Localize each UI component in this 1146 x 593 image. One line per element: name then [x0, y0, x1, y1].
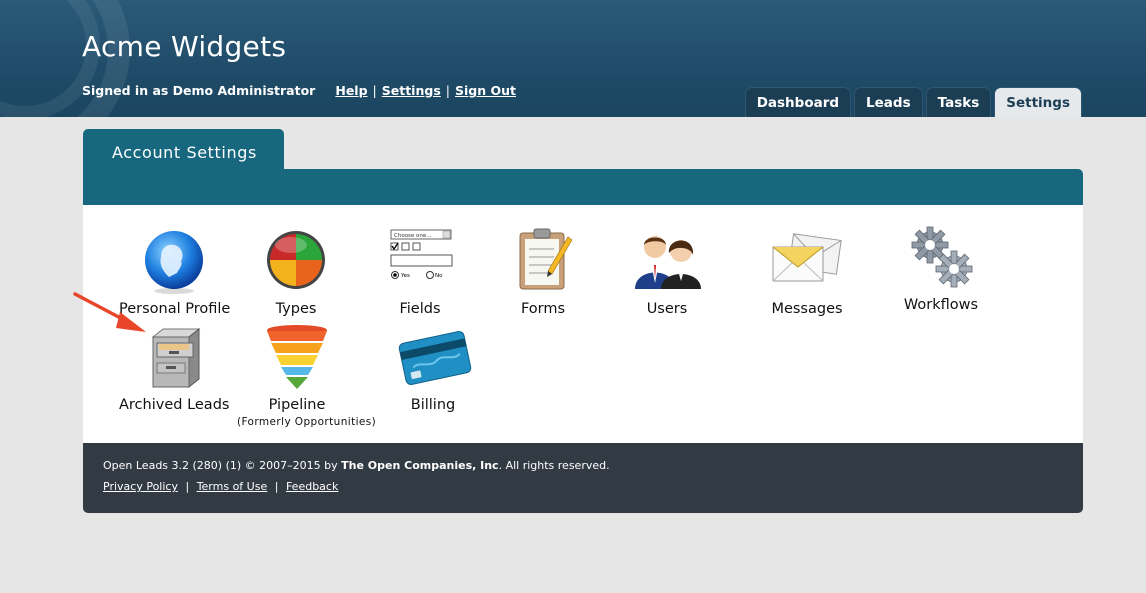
person-icon	[139, 227, 209, 297]
tab-tasks[interactable]: Tasks	[925, 87, 992, 117]
help-link[interactable]: Help	[335, 83, 367, 98]
privacy-policy-link[interactable]: Privacy Policy	[103, 480, 178, 493]
settings-item-billing[interactable]: Billing	[393, 323, 473, 413]
link-separator: |	[185, 480, 190, 493]
company-name: The Open Companies, Inc	[341, 459, 499, 472]
item-label: Types	[275, 301, 317, 317]
gears-icon	[906, 223, 976, 293]
item-label: Pipeline	[268, 397, 326, 413]
user-bar: Signed in as Demo Administrator Help | S…	[82, 83, 516, 98]
fields-icon-yes-text: Yes	[400, 273, 410, 279]
fields-icon-select-text: Choose one...	[394, 233, 432, 239]
settings-item-messages[interactable]: Messages	[767, 227, 847, 317]
footer-links: Privacy Policy | Terms of Use | Feedback	[103, 480, 1083, 493]
header: Acme Widgets Signed in as Demo Administr…	[0, 0, 1146, 117]
item-label: Workflows	[903, 297, 979, 313]
settings-item-workflows[interactable]: Workflows	[901, 223, 981, 313]
item-label: Messages	[771, 301, 843, 317]
link-separator: |	[372, 83, 377, 98]
app-title: Acme Widgets	[82, 30, 287, 63]
settings-item-fields[interactable]: Choose one... Yes No Fields	[377, 227, 463, 317]
item-label: Forms	[520, 301, 566, 317]
header-links: Help | Settings | Sign Out	[335, 83, 516, 98]
tab-dashboard[interactable]: Dashboard	[744, 87, 852, 117]
annotation-arrow-icon	[73, 292, 146, 332]
funnel-icon	[262, 323, 332, 393]
link-separator: |	[445, 83, 450, 98]
types-pie-icon	[261, 227, 331, 297]
tab-leads[interactable]: Leads	[854, 87, 923, 117]
terms-of-use-link[interactable]: Terms of Use	[197, 480, 268, 493]
panel-title: Account Settings	[83, 129, 284, 174]
settings-link[interactable]: Settings	[382, 83, 441, 98]
copyright-prefix: Open Leads 3.2 (280) (1) © 2007–2015 by	[103, 459, 342, 472]
fields-icon-no-text: No	[435, 273, 443, 279]
footer-copyright: Open Leads 3.2 (280) (1) © 2007–2015 by …	[103, 459, 1083, 472]
settings-item-forms[interactable]: Forms	[503, 227, 583, 317]
settings-item-pipeline[interactable]: Pipeline (Formerly Opportunities)	[237, 323, 377, 428]
panel-header-bar	[83, 169, 1083, 205]
credit-card-icon	[398, 323, 472, 393]
feedback-link[interactable]: Feedback	[286, 480, 338, 493]
sign-out-link[interactable]: Sign Out	[455, 83, 516, 98]
footer: Open Leads 3.2 (280) (1) © 2007–2015 by …	[83, 443, 1083, 513]
settings-panel: Personal Profile Types Choose one... Yes…	[83, 205, 1083, 443]
form-fields-icon: Choose one... Yes No	[385, 227, 455, 297]
link-separator: |	[274, 480, 279, 493]
signed-in-text: Signed in as Demo Administrator	[82, 83, 316, 98]
users-icon	[632, 227, 702, 297]
tab-settings[interactable]: Settings	[994, 87, 1082, 117]
item-label: Users	[646, 301, 688, 317]
settings-item-users[interactable]: Users	[627, 227, 707, 317]
copyright-suffix: . All rights reserved.	[498, 459, 610, 472]
item-sublabel: (Formerly Opportunities)	[237, 416, 377, 428]
envelopes-icon	[772, 227, 842, 297]
main-tabs: Dashboard Leads Tasks Settings	[742, 87, 1082, 117]
settings-item-types[interactable]: Types	[251, 227, 341, 317]
item-label: Archived Leads	[119, 397, 230, 413]
item-label: Fields	[399, 301, 441, 317]
clipboard-icon	[508, 227, 578, 297]
item-label: Billing	[410, 397, 456, 413]
